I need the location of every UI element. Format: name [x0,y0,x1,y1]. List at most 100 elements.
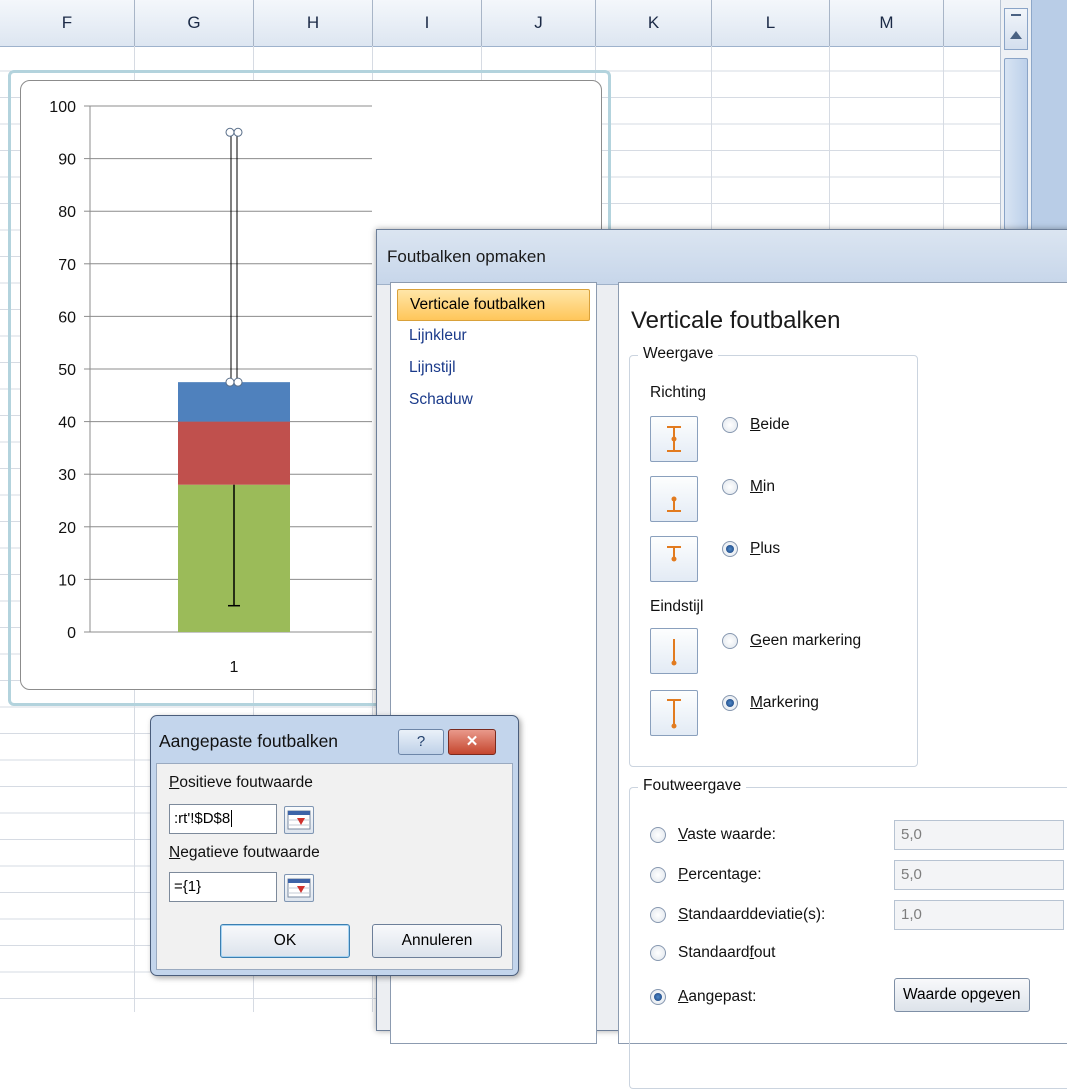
help-button[interactable]: ? [398,729,444,755]
custom-radio[interactable] [650,989,666,1005]
error-bar-selection-handle [225,127,235,137]
nav-item-vertical-error-bars[interactable]: Verticale foutbalken [397,289,590,321]
standard-deviation-label: Standaarddeviatie(s): [678,906,826,923]
y-tick-label: 100 [49,99,76,116]
scroll-thumb[interactable] [1004,58,1028,230]
column-header-l[interactable]: L [712,0,830,47]
negative-range-picker-button[interactable] [284,874,314,902]
column-header-next[interactable] [944,0,1001,47]
direction-both-radio[interactable] [722,417,738,433]
minus-errorbar-icon[interactable] [650,476,698,522]
settings-panel: Verticale foutbalken Weergave Richting B… [618,282,1067,1089]
percentage-label: Percentage: [678,866,762,883]
y-tick-label: 90 [58,152,76,169]
y-tick-label: 80 [58,204,76,221]
y-tick-label: 50 [58,362,76,379]
direction-minus-option[interactable]: Min [722,478,775,496]
custom-option[interactable]: Aangepast: [650,988,756,1006]
help-icon: ? [416,733,426,750]
positive-range-picker-button[interactable] [284,806,314,834]
positive-error-input[interactable]: :rt'!$D$8 [169,804,277,834]
y-tick-label: 10 [58,572,76,589]
x-category-label: 1 [230,659,239,676]
scroll-up-button[interactable] [1004,8,1028,50]
end-style-cap-label: Markering [750,694,819,711]
direction-label: Richting [650,384,706,401]
fixed-value-option[interactable]: Vaste waarde: [650,826,776,844]
y-tick-label: 0 [67,625,76,642]
percentage-radio[interactable] [650,867,666,883]
fixed-value-input[interactable]: 5,0 [894,820,1064,850]
percentage-option[interactable]: Percentage: [650,866,762,884]
dialog-title: Foutbalken opmaken [387,247,546,266]
direction-minus-label: Min [750,478,775,495]
column-header-label: M [879,13,894,32]
specify-value-button[interactable]: Waarde opge v en [894,978,1030,1012]
standard-deviation-option[interactable]: Standaarddeviatie(s): [650,906,825,924]
direction-plus-label: Plus [750,540,781,557]
standard-error-label: Standaardfout [678,944,776,961]
bar-segment [178,421,290,485]
column-header-g[interactable]: G [135,0,254,47]
standard-error-option[interactable]: Standaardfout [650,944,775,962]
direction-minus-radio[interactable] [722,479,738,495]
cap-icon[interactable] [650,690,698,736]
column-header-j[interactable]: J [482,0,596,47]
y-tick-label: 40 [58,415,76,432]
column-header-h[interactable]: H [254,0,373,47]
nav-item-line-style[interactable]: Lijnstijl [397,353,590,385]
column-header-label: F [61,13,73,32]
custom-dialog-title: Aangepaste foutbalken [159,731,339,751]
y-tick-label: 30 [58,467,76,484]
column-header-label: I [424,13,430,32]
standard-error-radio[interactable] [650,945,666,961]
column-header-m[interactable]: M [830,0,944,47]
fixed-value-label: Vaste waarde: [678,826,776,843]
end-style-no-cap-option[interactable]: Geen markering [722,632,861,650]
range-picker-icon [287,810,311,830]
plus-errorbar-icon[interactable] [650,536,698,582]
no-cap-icon[interactable] [650,628,698,674]
ok-button[interactable]: OK [220,924,350,958]
both-errorbar-icon[interactable] [650,416,698,462]
y-tick-label: 70 [58,257,76,274]
close-button[interactable]: ✕ [448,729,496,755]
display-group-label: Weergave [638,345,719,363]
direction-plus-radio[interactable] [722,541,738,557]
column-header-label: H [306,13,320,32]
cancel-button[interactable]: Annuleren [372,924,502,958]
end-style-no-cap-radio[interactable] [722,633,738,649]
error-bar-selection-handle [233,377,243,387]
nav-item-line-color[interactable]: Lijnkleur [397,321,590,353]
standard-deviation-radio[interactable] [650,907,666,923]
positive-error-label: Positieve foutwaarde [169,774,313,791]
end-style-cap-radio[interactable] [722,695,738,711]
end-style-no-cap-label: Geen markering [750,632,862,649]
end-style-label: Eindstijl [650,598,704,615]
bar-segment [178,382,290,422]
fixed-value-radio[interactable] [650,827,666,843]
column-header-label: J [534,13,543,32]
error-amount-group-label: Foutweergave [638,777,747,795]
end-style-cap-option[interactable]: Markering [722,694,819,712]
negative-error-input[interactable]: ={1} [169,872,277,902]
percentage-input[interactable]: 5,0 [894,860,1064,890]
error-amount-group: Foutweergave Vaste waarde: 5,0 Percentag… [629,777,1067,1089]
direction-plus-option[interactable]: Plus [722,540,780,558]
direction-both-option[interactable]: Beide [722,416,790,434]
panel-heading: Verticale foutbalken [631,307,841,334]
direction-both-label: Beide [750,416,790,433]
stacked-bar-chart[interactable]: 0 10 20 30 40 50 60 70 80 90 100 1 [20,80,380,688]
ok-button-label: OK [273,932,297,949]
dialog-titlebar[interactable]: Foutbalken opmaken [377,230,1067,285]
column-header-k[interactable]: K [596,0,712,47]
custom-error-bars-dialog: Aangepaste foutbalken ? ✕ Positieve fout… [150,715,519,976]
column-header-f[interactable]: F [0,0,135,47]
custom-label: Aangepast: [678,988,757,1005]
error-bar-selection-handle [225,377,235,387]
nav-item-shadow[interactable]: Schaduw [397,385,590,417]
column-header-i[interactable]: I [373,0,482,47]
error-bar-selection-handle [233,127,243,137]
close-icon: ✕ [465,733,479,750]
standard-deviation-input[interactable]: 1,0 [894,900,1064,930]
